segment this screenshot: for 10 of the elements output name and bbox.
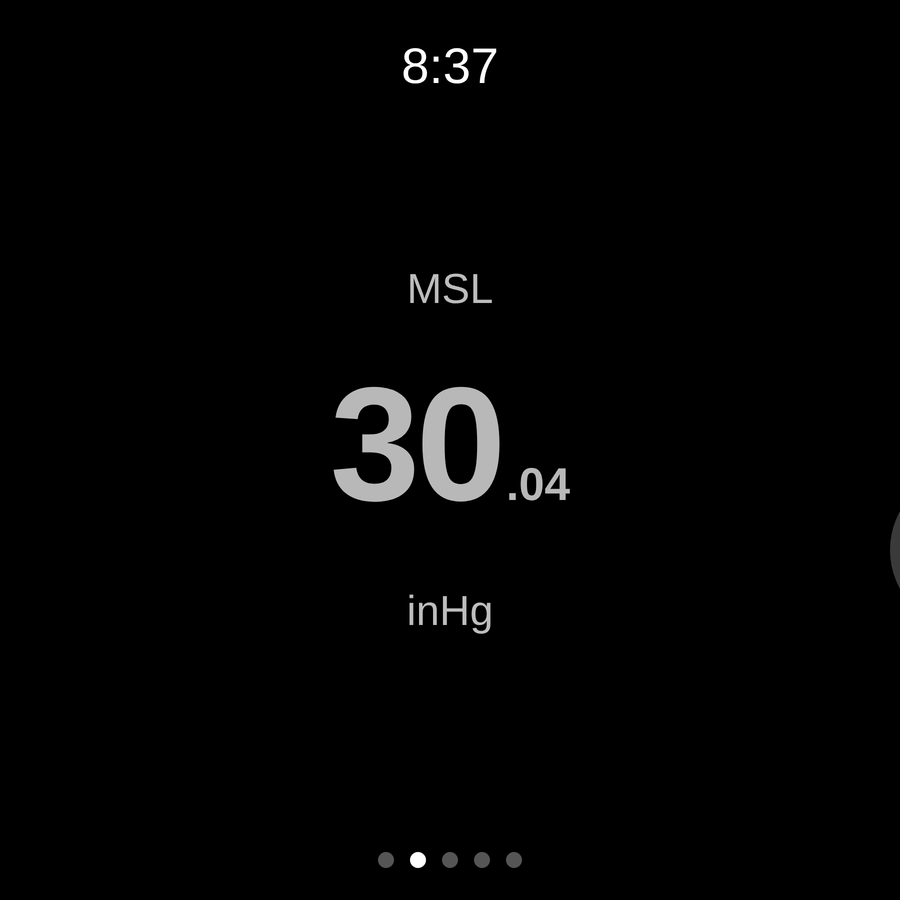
page-indicator-dot[interactable] <box>410 852 426 868</box>
page-indicator-dot[interactable] <box>442 852 458 868</box>
page-indicator-dot[interactable] <box>506 852 522 868</box>
page-indicator-dot[interactable] <box>378 852 394 868</box>
page-indicator-dot[interactable] <box>474 852 490 868</box>
clock-time: 8:37 <box>401 38 499 94</box>
reading-label: MSL <box>406 264 494 314</box>
reading-decimal: .04 <box>506 457 570 511</box>
reading-unit: inHg <box>406 586 494 636</box>
reading-value: 30 <box>330 370 502 520</box>
